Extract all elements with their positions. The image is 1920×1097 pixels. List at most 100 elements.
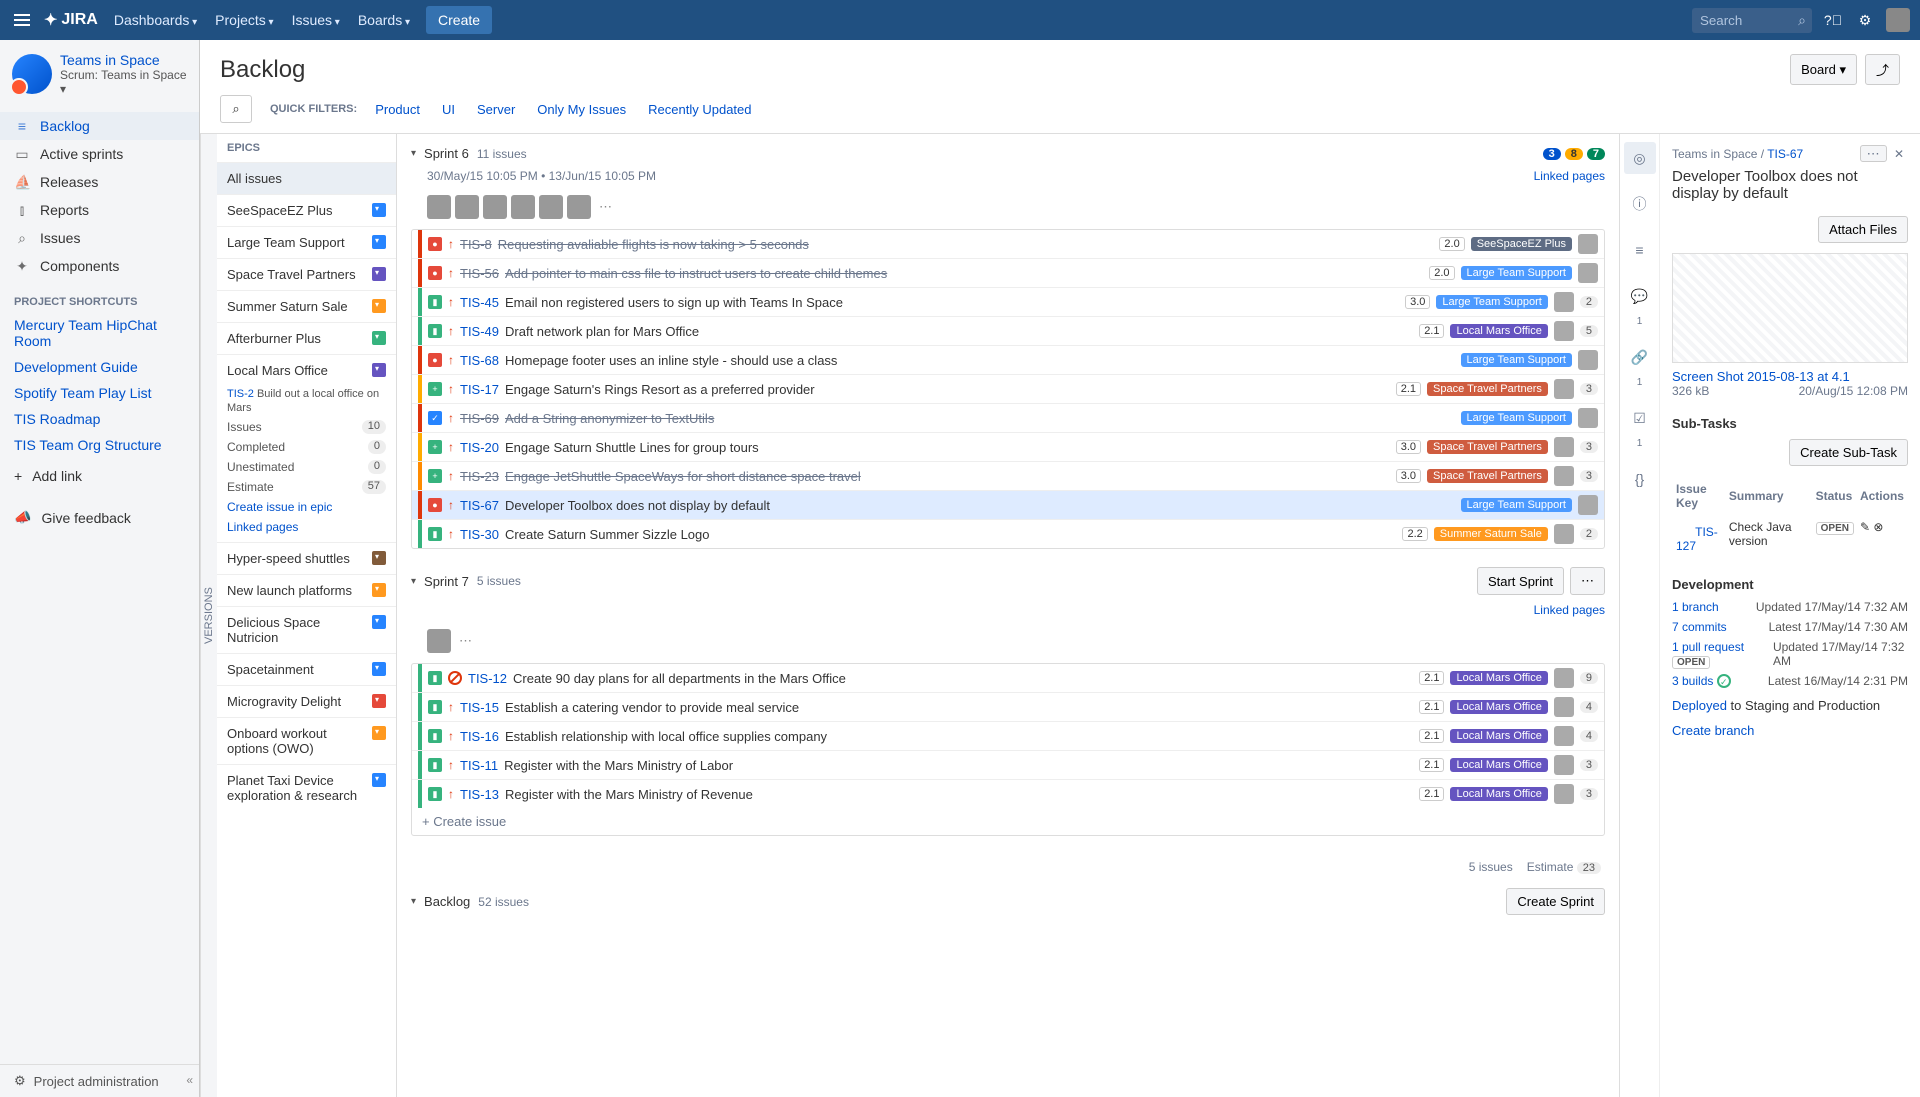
epic-item[interactable]: SeeSpaceEZ Plus bbox=[217, 194, 396, 226]
collapse-sidebar-icon[interactable]: « bbox=[186, 1073, 193, 1087]
filter-only-my-issues[interactable]: Only My Issues bbox=[537, 102, 626, 117]
sprint-member-avatar[interactable] bbox=[511, 195, 535, 219]
epic-color-chip[interactable] bbox=[372, 726, 386, 740]
sprint-member-avatar[interactable] bbox=[427, 629, 451, 653]
epic-linked-pages[interactable]: Linked pages bbox=[227, 520, 386, 534]
create-sprint-button[interactable]: Create Sprint bbox=[1506, 888, 1605, 915]
deployed-link[interactable]: Deployed bbox=[1672, 698, 1727, 713]
issue-key[interactable]: TIS-13 bbox=[460, 787, 499, 802]
epic-color-chip[interactable] bbox=[372, 583, 386, 597]
issue-assignee-avatar[interactable] bbox=[1578, 495, 1598, 515]
issue-epic-tag[interactable]: Space Travel Partners bbox=[1427, 440, 1548, 454]
shortcut-link[interactable]: TIS Roadmap bbox=[0, 406, 199, 432]
issue-key[interactable]: TIS-12 bbox=[468, 671, 507, 686]
sprint-actions-menu[interactable]: ⋯ bbox=[1570, 567, 1605, 595]
issue-assignee-avatar[interactable] bbox=[1578, 263, 1598, 283]
issue-epic-tag[interactable]: Large Team Support bbox=[1461, 411, 1572, 425]
detail-tab-attachments-icon[interactable]: 🔗 bbox=[1624, 341, 1656, 373]
epic-item[interactable]: Summer Saturn Sale bbox=[217, 290, 396, 322]
epic-color-chip[interactable] bbox=[372, 203, 386, 217]
epic-color-chip[interactable] bbox=[372, 299, 386, 313]
sprint-toggle-icon[interactable]: ▾ bbox=[411, 148, 416, 159]
issue-epic-tag[interactable]: Large Team Support bbox=[1461, 353, 1572, 367]
epic-color-chip[interactable] bbox=[372, 615, 386, 629]
epic-color-chip[interactable] bbox=[372, 694, 386, 708]
issue-row[interactable]: ▮TIS-12Create 90 day plans for all depar… bbox=[412, 664, 1604, 692]
issue-key[interactable]: TIS-16 bbox=[460, 729, 499, 744]
shortcut-link[interactable]: TIS Team Org Structure bbox=[0, 432, 199, 458]
issue-row[interactable]: ●↑TIS-67Developer Toolbox does not displ… bbox=[412, 490, 1604, 519]
epic-item[interactable]: Onboard workout options (OWO) bbox=[217, 717, 396, 764]
sidebar-components[interactable]: ✦Components bbox=[0, 252, 199, 280]
sidebar-backlog[interactable]: ≡Backlog bbox=[0, 112, 199, 140]
sprint-member-avatar[interactable] bbox=[483, 195, 507, 219]
nav-issues[interactable]: Issues bbox=[286, 8, 346, 32]
detail-tab-description-icon[interactable]: ≡ bbox=[1624, 234, 1656, 266]
create-subtask-button[interactable]: Create Sub-Task bbox=[1789, 439, 1908, 466]
issue-key[interactable]: TIS-49 bbox=[460, 324, 499, 339]
issue-assignee-avatar[interactable] bbox=[1554, 437, 1574, 457]
dev-link[interactable]: 7 commits bbox=[1672, 620, 1727, 634]
nav-projects[interactable]: Projects bbox=[209, 8, 279, 32]
issue-assignee-avatar[interactable] bbox=[1554, 292, 1574, 312]
sprint-member-avatar[interactable] bbox=[427, 195, 451, 219]
issue-assignee-avatar[interactable] bbox=[1554, 784, 1574, 804]
versions-tab[interactable]: VERSIONS bbox=[200, 134, 217, 1097]
delete-icon[interactable]: ⊗ bbox=[1873, 520, 1883, 534]
issue-epic-tag[interactable]: Large Team Support bbox=[1461, 266, 1572, 280]
epic-item[interactable]: Hyper-speed shuttles bbox=[217, 542, 396, 574]
epic-item[interactable]: Delicious Space Nutricion bbox=[217, 606, 396, 653]
issue-row[interactable]: ●↑TIS-56Add pointer to main css file to … bbox=[412, 258, 1604, 287]
shortcut-link[interactable]: Spotify Team Play List bbox=[0, 380, 199, 406]
issue-epic-tag[interactable]: Large Team Support bbox=[1461, 498, 1572, 512]
issue-row[interactable]: +↑TIS-17Engage Saturn's Rings Resort as … bbox=[412, 374, 1604, 403]
epic-item[interactable]: Large Team Support bbox=[217, 226, 396, 258]
epic-all-issues[interactable]: All issues bbox=[217, 162, 396, 194]
add-link[interactable]: +Add link bbox=[0, 458, 199, 489]
sprint-linked-pages[interactable]: Linked pages bbox=[1534, 169, 1605, 183]
detail-tab-details-icon[interactable]: ◎ bbox=[1624, 142, 1656, 174]
issue-epic-tag[interactable]: Local Mars Office bbox=[1450, 324, 1547, 338]
dev-link[interactable]: 1 branch bbox=[1672, 600, 1719, 614]
issue-assignee-avatar[interactable] bbox=[1554, 755, 1574, 775]
issue-epic-tag[interactable]: Local Mars Office bbox=[1450, 729, 1547, 743]
sidebar-releases[interactable]: ⛵Releases bbox=[0, 168, 199, 196]
issue-row[interactable]: ▮↑TIS-16Establish relationship with loca… bbox=[412, 721, 1604, 750]
help-icon[interactable]: ?⃝ bbox=[1822, 9, 1844, 31]
issue-key[interactable]: TIS-68 bbox=[460, 353, 499, 368]
create-issue-in-epic[interactable]: Create issue in epic bbox=[227, 500, 386, 514]
issue-assignee-avatar[interactable] bbox=[1578, 408, 1598, 428]
issue-key[interactable]: TIS-45 bbox=[460, 295, 499, 310]
edit-icon[interactable]: ✎ bbox=[1860, 520, 1870, 534]
issue-row[interactable]: ▮↑TIS-15Establish a catering vendor to p… bbox=[412, 692, 1604, 721]
nav-boards[interactable]: Boards bbox=[352, 8, 416, 32]
create-issue-row[interactable]: + Create issue bbox=[412, 808, 1604, 835]
epic-color-chip[interactable] bbox=[372, 551, 386, 565]
issue-key[interactable]: TIS-23 bbox=[460, 469, 499, 484]
issue-key[interactable]: TIS-15 bbox=[460, 700, 499, 715]
issue-assignee-avatar[interactable] bbox=[1554, 379, 1574, 399]
issue-row[interactable]: ●↑TIS-68Homepage footer uses an inline s… bbox=[412, 345, 1604, 374]
issue-row[interactable]: ▮↑TIS-11Register with the Mars Ministry … bbox=[412, 750, 1604, 779]
settings-icon[interactable]: ⚙ bbox=[1854, 9, 1876, 31]
attachment-name[interactable]: Screen Shot 2015-08-13 at 4.1 bbox=[1672, 369, 1850, 384]
detail-crumb-key[interactable]: TIS-67 bbox=[1767, 147, 1803, 161]
create-button[interactable]: Create bbox=[426, 6, 492, 34]
epic-color-chip[interactable] bbox=[372, 363, 386, 377]
app-switcher-icon[interactable] bbox=[10, 10, 34, 30]
sidebar-reports[interactable]: ⫾Reports bbox=[0, 196, 199, 224]
issue-row[interactable]: ●↑TIS-8Requesting avaliable flights is n… bbox=[412, 230, 1604, 258]
issue-epic-tag[interactable]: Local Mars Office bbox=[1450, 700, 1547, 714]
share-icon[interactable]: ⤴ bbox=[1865, 54, 1900, 85]
global-search-input[interactable] bbox=[1692, 8, 1812, 33]
issue-epic-tag[interactable]: Large Team Support bbox=[1436, 295, 1547, 309]
issue-assignee-avatar[interactable] bbox=[1554, 668, 1574, 688]
issue-key[interactable]: TIS-17 bbox=[460, 382, 499, 397]
jira-logo[interactable]: ✦JIRA bbox=[44, 10, 98, 30]
epic-item[interactable]: Afterburner Plus bbox=[217, 322, 396, 354]
issue-key[interactable]: TIS-30 bbox=[460, 527, 499, 542]
detail-close-icon[interactable]: ✕ bbox=[1890, 147, 1908, 161]
filter-server[interactable]: Server bbox=[477, 102, 515, 117]
issue-assignee-avatar[interactable] bbox=[1554, 524, 1574, 544]
more-members-icon[interactable]: ⋯ bbox=[455, 633, 476, 649]
